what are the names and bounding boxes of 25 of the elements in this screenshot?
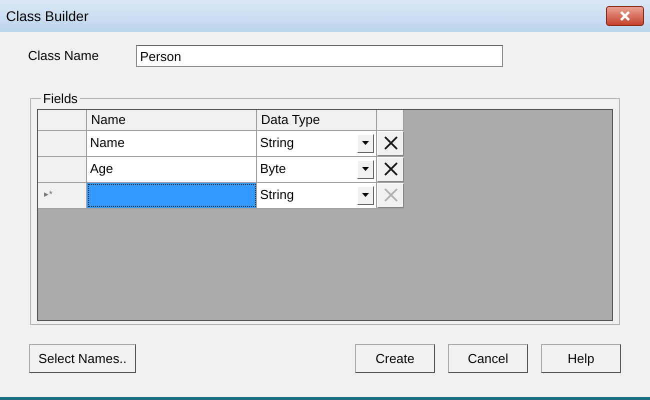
name-cell[interactable]: Age <box>87 156 257 182</box>
column-header[interactable]: Name <box>87 110 257 130</box>
name-cell[interactable] <box>87 182 257 208</box>
class-name-field[interactable]: Person <box>136 45 503 67</box>
name-cell[interactable]: Name <box>87 130 257 156</box>
new-row-indicator: ▸* <box>44 188 53 202</box>
delete-icon <box>384 136 398 150</box>
column-header[interactable]: Data Type <box>257 110 377 130</box>
close-icon <box>619 11 631 21</box>
delete-icon <box>384 188 398 202</box>
delete-button[interactable] <box>377 156 404 182</box>
dialog-button[interactable]: Select Names.. <box>29 344 136 373</box>
data-type-dropdown[interactable]: String <box>257 182 377 208</box>
fields-legend: Fields <box>41 89 80 108</box>
delete-icon <box>384 162 398 176</box>
data-type-dropdown[interactable]: Byte <box>257 156 377 182</box>
data-type-dropdown[interactable]: String <box>257 130 377 156</box>
close-button[interactable] <box>606 6 644 26</box>
delete-button[interactable] <box>377 130 404 156</box>
class-name-label: Class Name <box>28 47 100 66</box>
window-title: Class Builder <box>6 6 88 26</box>
dialog-button[interactable]: Help <box>541 344 621 373</box>
dialog-button[interactable]: Create <box>355 344 435 373</box>
row-header[interactable]: ▸* <box>38 182 87 208</box>
dialog-button[interactable]: Cancel <box>448 344 528 373</box>
